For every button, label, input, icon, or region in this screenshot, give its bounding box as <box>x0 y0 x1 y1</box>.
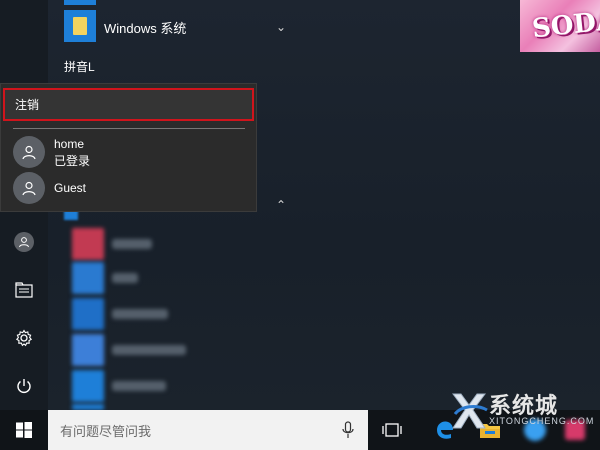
power-button[interactable] <box>0 366 48 406</box>
app-icon-blurred[interactable] <box>72 334 104 366</box>
documents-button[interactable] <box>0 270 48 310</box>
chevron-down-icon[interactable]: ⌄ <box>276 20 286 34</box>
watermark-subtitle: XITONGCHENG.COM <box>489 416 595 426</box>
avatar <box>13 136 45 168</box>
account-item-guest[interactable]: Guest <box>13 170 253 204</box>
candy-crush-soda-tile[interactable]: SODA <box>520 0 600 52</box>
task-view-icon <box>382 423 402 437</box>
microphone-icon <box>342 421 354 438</box>
user-icon <box>22 145 36 160</box>
user-icon <box>22 181 36 196</box>
settings-button[interactable] <box>0 318 48 358</box>
site-watermark: 系统城 XITONGCHENG.COM <box>447 380 597 440</box>
windows-logo-icon <box>16 422 32 438</box>
section-header-label[interactable]: 拼音L <box>64 58 95 75</box>
user-icon <box>19 237 29 248</box>
app-label-blurred <box>112 239 152 249</box>
app-label-blurred <box>112 381 166 391</box>
microphone-button[interactable] <box>338 419 358 441</box>
task-view-button[interactable] <box>372 410 412 450</box>
chevron-up-icon[interactable]: ⌃ <box>276 198 286 212</box>
user-account-button[interactable] <box>14 232 34 252</box>
gear-icon <box>15 329 33 347</box>
tile-logo-text: SODA <box>530 5 600 45</box>
windows-system-folder-label[interactable]: Windows 系统 <box>104 18 186 37</box>
sign-out-button[interactable]: 注销 <box>3 88 254 121</box>
documents-icon <box>15 282 33 298</box>
account-status: 已登录 <box>54 154 91 168</box>
watermark-logo-icon <box>452 393 488 429</box>
avatar <box>13 172 45 204</box>
search-input[interactable] <box>58 420 322 442</box>
app-icon-blurred[interactable] <box>72 228 104 260</box>
app-label-blurred <box>112 273 138 283</box>
windows-system-folder-icon[interactable] <box>64 10 96 42</box>
app-label-blurred <box>112 345 186 355</box>
app-tile-partial[interactable] <box>64 0 96 5</box>
account-name: Guest <box>54 181 87 195</box>
app-icon-blurred[interactable] <box>72 298 104 330</box>
app-label-blurred <box>112 309 168 319</box>
sign-out-label: 注销 <box>15 98 40 112</box>
start-button[interactable] <box>0 410 48 450</box>
divider <box>13 128 245 129</box>
power-icon <box>17 379 31 393</box>
account-flyout: 注销 home 已登录 Guest <box>0 83 257 212</box>
app-icon-blurred[interactable] <box>72 262 104 294</box>
account-item-home[interactable]: home 已登录 <box>13 134 253 168</box>
taskbar-search-box[interactable] <box>48 410 368 450</box>
app-icon-blurred[interactable] <box>72 370 104 402</box>
folder-icon <box>73 17 87 35</box>
account-name: home <box>54 137 85 151</box>
